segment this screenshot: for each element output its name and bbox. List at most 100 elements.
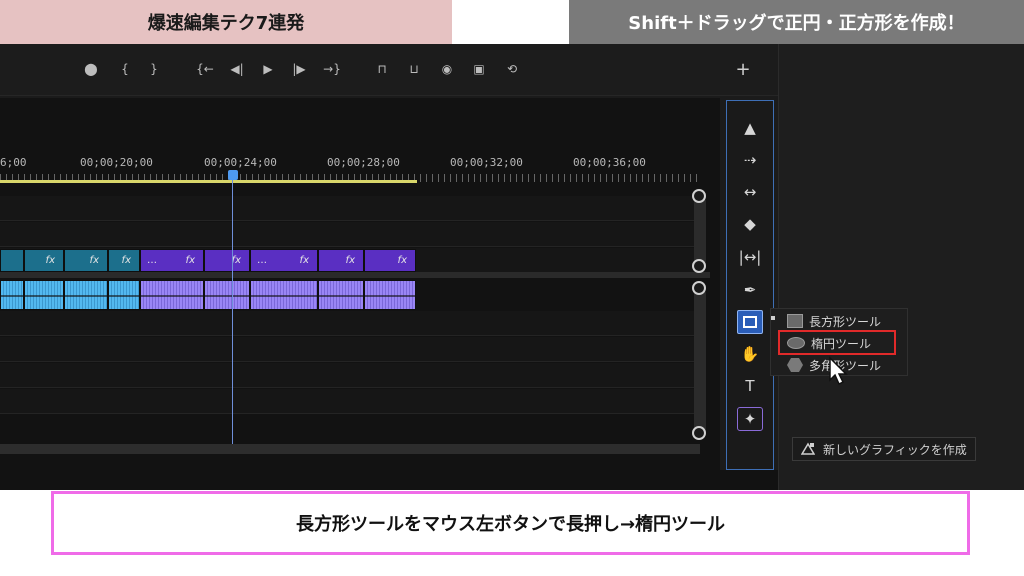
- vr-button[interactable]: ⟲: [501, 58, 523, 80]
- new-graphic-button[interactable]: 新しいグラフィックを作成: [792, 437, 976, 461]
- audio-track: [0, 337, 700, 362]
- video-clip[interactable]: fx: [318, 249, 364, 272]
- polygon-icon: [787, 358, 803, 372]
- waveform-divider: [365, 295, 415, 297]
- playhead-line[interactable]: [232, 180, 233, 444]
- audio-clip[interactable]: [0, 280, 24, 310]
- left-title: 爆速編集テク7連発: [147, 13, 305, 34]
- video-clip[interactable]: fx: [64, 249, 108, 272]
- waveform-divider: [141, 295, 203, 297]
- pen-tool[interactable]: ✒: [737, 278, 763, 302]
- mark-out-icon: }: [150, 62, 158, 76]
- fx-label: fx: [185, 255, 195, 266]
- waveform-divider: [1, 295, 23, 297]
- waveform-divider: [319, 295, 363, 297]
- graphic-icon: ✦: [743, 410, 757, 428]
- new-graphic-label: 新しいグラフィックを作成: [823, 442, 967, 457]
- scrollbar-knob-bottom[interactable]: [692, 426, 706, 440]
- waveform-divider: [205, 295, 249, 297]
- add-marker-button[interactable]: ⬤: [80, 58, 102, 80]
- type-icon: T: [745, 377, 755, 395]
- flyout-item-label: 長方形ツール: [809, 314, 882, 329]
- video-clip[interactable]: fx: [204, 249, 250, 272]
- play-button[interactable]: ▶: [257, 58, 279, 80]
- new-graphic-icon: [801, 442, 815, 456]
- waveform-divider: [251, 295, 317, 297]
- slip-icon: |↔|: [738, 248, 762, 266]
- plus-icon: +: [735, 58, 751, 80]
- lift-button[interactable]: ⊓: [371, 58, 393, 80]
- selection-tool[interactable]: ▲: [737, 116, 763, 140]
- step-forward-button[interactable]: |▶: [288, 58, 310, 80]
- rectangle-icon: [787, 314, 803, 328]
- timecode-label: 00;00;32;00: [450, 156, 523, 169]
- waveform-divider: [65, 295, 107, 297]
- fx-label: fx: [397, 255, 407, 266]
- video-clip[interactable]: … fx: [250, 249, 318, 272]
- extract-icon: ⊔: [409, 62, 419, 76]
- slip-tool[interactable]: |↔|: [737, 245, 763, 269]
- type-tool[interactable]: T: [737, 374, 763, 398]
- camera-icon: ◉: [441, 62, 453, 76]
- comparison-view-button[interactable]: ▣: [468, 58, 490, 80]
- audio-clip[interactable]: [24, 280, 64, 310]
- export-frame-button[interactable]: ◉: [436, 58, 458, 80]
- video-clip[interactable]: fx: [364, 249, 416, 272]
- timecode-label: 00;00;28;00: [327, 156, 400, 169]
- audio-clip[interactable]: [140, 280, 204, 310]
- go-to-out-button[interactable]: →}: [321, 58, 343, 80]
- rectangle-tool[interactable]: [737, 310, 763, 334]
- mouse-cursor-icon: [829, 356, 848, 386]
- ripple-edit-tool[interactable]: ↔: [737, 180, 763, 204]
- go-to-out-icon: →}: [323, 62, 341, 76]
- extract-button[interactable]: ⊔: [403, 58, 425, 80]
- annotation-highlight-box: [778, 330, 896, 355]
- scrollbar-knob-top[interactable]: [692, 189, 706, 203]
- left-title-banner: 爆速編集テク7連発: [0, 0, 452, 44]
- graphic-tool[interactable]: ✦: [737, 407, 763, 431]
- video-clip[interactable]: [0, 249, 24, 272]
- scrollbar-knob-top[interactable]: [692, 281, 706, 295]
- fx-label: fx: [121, 255, 131, 266]
- video-scrollbar[interactable]: [694, 196, 706, 266]
- razor-tool[interactable]: ◆: [737, 212, 763, 236]
- vr-icon: ⟲: [506, 62, 518, 76]
- track-divider[interactable]: [0, 272, 710, 278]
- audio-clip[interactable]: [364, 280, 416, 310]
- video-clip[interactable]: fx: [108, 249, 140, 272]
- play-icon: ▶: [263, 62, 273, 76]
- go-to-in-icon: {←: [196, 62, 214, 76]
- right-title: Shift＋ドラッグで正円・正方形を作成！: [628, 13, 965, 34]
- waveform-divider: [109, 295, 139, 297]
- audio-clip[interactable]: [318, 280, 364, 310]
- audio-scrollbar[interactable]: [694, 288, 706, 434]
- add-button[interactable]: +: [732, 58, 754, 80]
- step-back-button[interactable]: ◀|: [226, 58, 248, 80]
- video-track: [0, 222, 700, 247]
- flyout-item-rectangle[interactable]: 長方形ツール: [771, 310, 909, 332]
- transport-bar: ⬤ { } {← ◀| ▶ |▶ →} ⊓ ⊔ ◉ ▣ ⟲ +: [0, 44, 778, 96]
- work-area-bar[interactable]: [0, 180, 417, 183]
- audio-clip[interactable]: [108, 280, 140, 310]
- go-to-in-button[interactable]: {←: [194, 58, 216, 80]
- hand-tool[interactable]: ✋: [737, 342, 763, 366]
- audio-clip[interactable]: [204, 280, 250, 310]
- audio-track: [0, 389, 700, 414]
- video-clip[interactable]: … fx: [140, 249, 204, 272]
- track-select-icon: ⇢: [743, 151, 757, 169]
- video-clip[interactable]: fx: [24, 249, 64, 272]
- lift-icon: ⊓: [377, 62, 387, 76]
- rectangle-icon: [743, 316, 757, 328]
- scrollbar-knob-bottom[interactable]: [692, 259, 706, 273]
- comparison-icon: ▣: [473, 62, 485, 76]
- audio-clip[interactable]: [64, 280, 108, 310]
- mark-in-button[interactable]: {: [114, 58, 136, 80]
- playhead-handle[interactable]: [228, 170, 238, 180]
- fx-label: fx: [345, 255, 355, 266]
- track-select-tool[interactable]: ⇢: [737, 148, 763, 172]
- selection-arrow-icon: ▲: [744, 119, 756, 137]
- pen-icon: ✒: [743, 281, 757, 299]
- mark-out-button[interactable]: }: [143, 58, 165, 80]
- audio-clip[interactable]: [250, 280, 318, 310]
- timeline-horizontal-scrollbar[interactable]: [0, 444, 700, 454]
